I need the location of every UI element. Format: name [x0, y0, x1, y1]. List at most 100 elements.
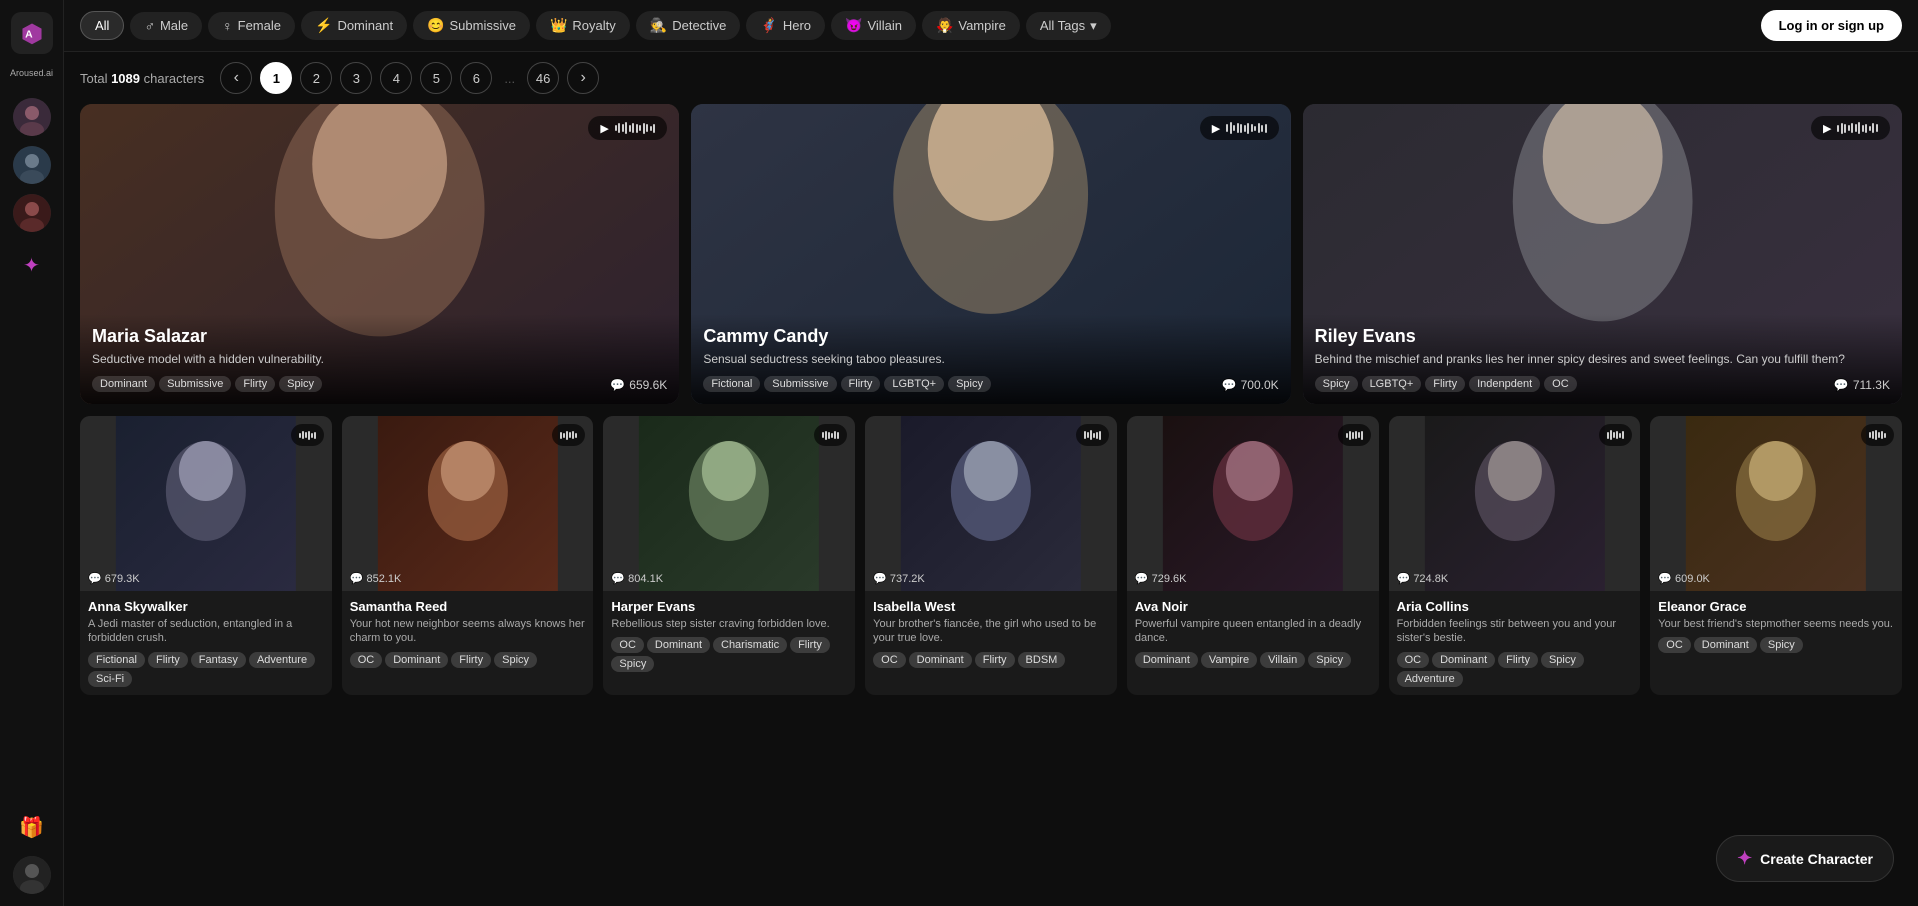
page-dots: ... [500, 71, 519, 86]
tag-pill: Adventure [1397, 671, 1463, 687]
tag-all[interactable]: All [80, 11, 124, 40]
featured-card-3-desc: Behind the mischief and pranks lies her … [1315, 351, 1890, 368]
audio-waveform [1869, 428, 1886, 442]
prev-page-button[interactable]: ‹ [220, 62, 252, 94]
tag-pill: Dominant [909, 652, 972, 668]
small-card-samantha-body: Samantha Reed Your hot new neighbor seem… [342, 591, 594, 676]
sidebar: A Aroused.ai ✦ 🎁 [0, 0, 64, 906]
small-card-aria[interactable]: 💬 724.8K Aria Collins Forbidden feelings… [1389, 416, 1641, 695]
page-4-button[interactable]: 4 [380, 62, 412, 94]
total-count: 1089 [111, 71, 140, 86]
tag-pill: OC [350, 652, 383, 668]
small-card-harper[interactable]: 💬 804.1K Harper Evans Rebellious step si… [603, 416, 855, 695]
page-46-button[interactable]: 46 [527, 62, 559, 94]
tag-all-tags[interactable]: All Tags ▾ [1026, 12, 1111, 40]
small-card-eleanor-audio[interactable] [1861, 424, 1894, 446]
small-card-aria-desc: Forbidden feelings stir between you and … [1397, 617, 1633, 646]
tag-vampire[interactable]: 🧛Vampire [922, 11, 1020, 40]
tag-pill: Spicy [948, 376, 991, 392]
small-card-harper-tags: OC Dominant Charismatic Flirty Spicy [611, 637, 847, 672]
small-card-isabella[interactable]: 💬 737.2K Isabella West Your brother's fi… [865, 416, 1117, 695]
small-card-ava[interactable]: 💬 729.6K Ava Noir Powerful vampire queen… [1127, 416, 1379, 695]
total-characters-text: Total 1089 characters [80, 71, 204, 86]
tag-pill: Flirty [1498, 652, 1538, 668]
next-page-button[interactable]: › [567, 62, 599, 94]
chevron-down-icon: ▾ [1090, 18, 1097, 34]
tag-hero[interactable]: 🦸Hero [746, 11, 825, 40]
small-card-harper-desc: Rebellious step sister craving forbidden… [611, 617, 847, 631]
audio-waveform [1607, 428, 1624, 442]
tag-pill: Spicy [494, 652, 537, 668]
tag-pill: Dominant [92, 376, 155, 392]
small-card-isabella-tags: OC Dominant Flirty BDSM [873, 652, 1109, 668]
tag-pill: LGBTQ+ [1362, 376, 1422, 392]
small-card-samantha-name: Samantha Reed [350, 599, 586, 614]
tag-pill: Fictional [88, 652, 145, 668]
featured-card-riley[interactable]: ▶ Riley Evans Behind the mischief and pr… [1303, 104, 1902, 404]
audio-waveform [299, 428, 316, 442]
tag-pill: Adventure [249, 652, 315, 668]
pagination-bar: Total 1089 characters ‹ 1 2 3 4 5 6 ... … [64, 52, 1918, 104]
page-1-button[interactable]: 1 [260, 62, 292, 94]
small-card-eleanor-name: Eleanor Grace [1658, 599, 1894, 614]
tag-pill: Flirty [451, 652, 491, 668]
small-card-ava-count: 💬 729.6K [1135, 572, 1187, 585]
small-card-aria-audio[interactable] [1599, 424, 1632, 446]
small-card-aria-body: Aria Collins Forbidden feelings stir bet… [1389, 591, 1641, 695]
tag-pill: Sci-Fi [88, 671, 132, 687]
tag-pill: Indenpdent [1469, 376, 1540, 392]
featured-card-1-count: 💬 659.6K [610, 378, 667, 392]
sparkle-icon-btn[interactable]: ✦ [13, 246, 51, 284]
avatar-1[interactable] [13, 98, 51, 136]
tag-submissive[interactable]: 😊Submissive [413, 11, 530, 40]
small-card-harper-body: Harper Evans Rebellious step sister crav… [603, 591, 855, 680]
user-avatar-btn[interactable] [13, 856, 51, 894]
featured-card-cammy[interactable]: ▶ Cammy Candy Sensual seductress seeking… [691, 104, 1290, 404]
login-button[interactable]: Log in or sign up [1761, 10, 1902, 41]
featured-card-2-audio-button[interactable]: ▶ [1200, 116, 1279, 140]
tag-filters: All ♂Male ♀Female ⚡Dominant 😊Submissive … [80, 11, 1111, 40]
small-card-anna[interactable]: 💬 679.3K Anna Skywalker A Jedi master of… [80, 416, 332, 695]
featured-card-3-audio-button[interactable]: ▶ [1811, 116, 1890, 140]
avatar-2[interactable] [13, 146, 51, 184]
page-2-button[interactable]: 2 [300, 62, 332, 94]
small-card-isabella-name: Isabella West [873, 599, 1109, 614]
small-card-ava-audio[interactable] [1338, 424, 1371, 446]
top-navigation: All ♂Male ♀Female ⚡Dominant 😊Submissive … [64, 0, 1918, 52]
vampire-icon: 🧛 [936, 17, 953, 34]
tag-villain[interactable]: 😈Villain [831, 11, 916, 40]
small-card-eleanor[interactable]: 💬 609.0K Eleanor Grace Your best friend'… [1650, 416, 1902, 695]
small-card-samantha-audio[interactable] [552, 424, 585, 446]
featured-card-maria[interactable]: ▶ Maria Salazar Seductive model with a h… [80, 104, 679, 404]
main-content: All ♂Male ♀Female ⚡Dominant 😊Submissive … [64, 0, 1918, 906]
tag-detective[interactable]: 🕵️Detective [636, 11, 741, 40]
tag-pill: Flirty [148, 652, 188, 668]
hero-icon: 🦸 [760, 17, 777, 34]
tag-pill: Submissive [764, 376, 836, 392]
small-card-isabella-desc: Your brother's fiancée, the girl who use… [873, 617, 1109, 646]
tag-dominant[interactable]: ⚡Dominant [301, 11, 407, 40]
featured-card-1-audio-button[interactable]: ▶ [588, 116, 667, 140]
tag-female[interactable]: ♀Female [208, 12, 295, 40]
small-card-anna-audio[interactable] [291, 424, 324, 446]
featured-card-2-desc: Sensual seductress seeking taboo pleasur… [703, 351, 1278, 368]
small-card-harper-audio[interactable] [814, 424, 847, 446]
app-logo[interactable]: A [11, 12, 53, 54]
submissive-icon: 😊 [427, 17, 444, 34]
tag-royalty[interactable]: 👑Royalty [536, 11, 630, 40]
gift-icon-btn[interactable]: 🎁 [13, 808, 51, 846]
male-icon: ♂ [144, 18, 155, 34]
chat-icon: 💬 [1222, 378, 1237, 392]
small-card-isabella-audio[interactable] [1076, 424, 1109, 446]
featured-card-1-tags: Dominant Submissive Flirty Spicy [92, 376, 667, 392]
small-card-samantha[interactable]: 💬 852.1K Samantha Reed Your hot new neig… [342, 416, 594, 695]
featured-card-1-name: Maria Salazar [92, 326, 667, 347]
tag-male[interactable]: ♂Male [130, 12, 202, 40]
small-card-isabella-body: Isabella West Your brother's fiancée, th… [865, 591, 1117, 676]
create-character-button[interactable]: ✦ Create Character [1716, 835, 1894, 882]
page-3-button[interactable]: 3 [340, 62, 372, 94]
page-5-button[interactable]: 5 [420, 62, 452, 94]
audio-waveform-1 [615, 121, 656, 135]
page-6-button[interactable]: 6 [460, 62, 492, 94]
avatar-3[interactable] [13, 194, 51, 232]
